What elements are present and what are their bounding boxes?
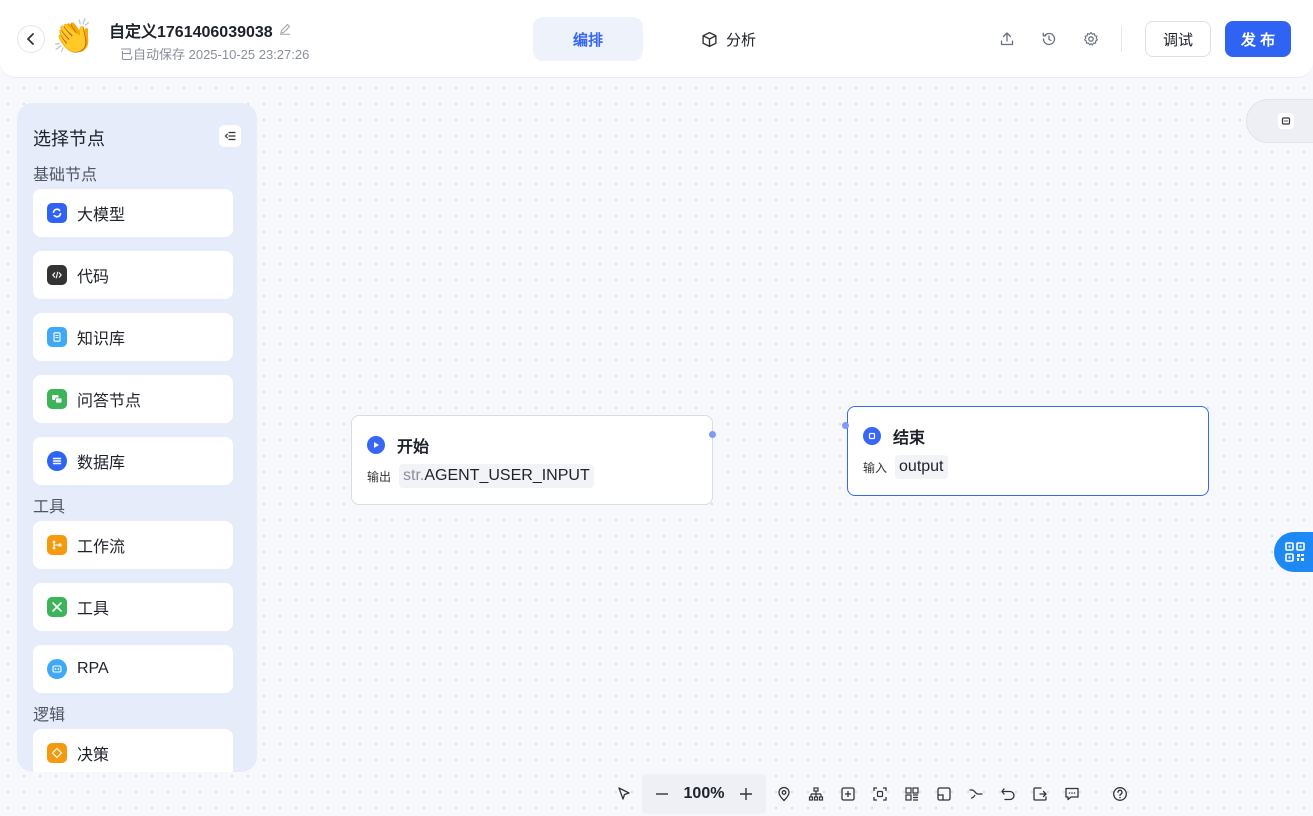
start-node-output-row: 输出 str.AGENT_USER_INPUT	[367, 464, 594, 488]
top-bar: 👏 自定义1761406039038 已自动保存 2025-10-25 23:2…	[0, 0, 1313, 78]
qa-icon	[47, 389, 67, 409]
qr-code-button[interactable]	[1274, 532, 1313, 572]
back-button[interactable]	[17, 25, 45, 53]
add-node-icon[interactable]	[832, 778, 864, 810]
app-avatar[interactable]: 👏	[52, 16, 94, 58]
start-node-output-port[interactable]	[709, 431, 716, 438]
node-picker-panel: 选择节点 基础节点 大模型 代码 知识库 问答节点 数据库 工具 工作流 工具 …	[17, 103, 257, 772]
zoom-control: 100%	[642, 774, 766, 814]
section-logic: 逻辑	[33, 707, 66, 724]
canvas-toolbar: 100%	[608, 774, 1136, 814]
node-item-label: 工作流	[77, 539, 126, 556]
header-divider	[1121, 26, 1122, 52]
qr-code-icon	[1285, 542, 1305, 562]
end-node-input-row: 输入 output	[863, 455, 948, 479]
start-node-header: 开始	[367, 433, 429, 457]
fit-view-icon[interactable]	[864, 778, 896, 810]
code-icon	[47, 265, 67, 285]
node-item-code[interactable]: 代码	[33, 251, 233, 299]
tab-orchestrate-label: 编排	[573, 31, 604, 49]
comment-icon[interactable]	[1056, 778, 1088, 810]
zoom-level[interactable]: 100%	[678, 785, 730, 803]
node-item-database[interactable]: 数据库	[33, 437, 233, 485]
collapse-icon	[224, 131, 236, 141]
start-node[interactable]: 开始 输出 str.AGENT_USER_INPUT	[351, 415, 713, 505]
settings-icon[interactable]	[1080, 28, 1102, 50]
workflow-icon	[47, 535, 67, 555]
database-icon	[47, 451, 67, 471]
node-item-label: 代码	[77, 269, 110, 286]
decision-icon	[47, 743, 67, 763]
pointer-icon[interactable]	[608, 778, 640, 810]
rpa-icon	[47, 659, 67, 679]
cube-icon	[702, 31, 717, 47]
knowledge-icon	[47, 327, 67, 347]
undo-icon[interactable]	[992, 778, 1024, 810]
end-node-header: 结束	[863, 424, 925, 448]
help-icon[interactable]	[1104, 778, 1136, 810]
start-node-title: 开始	[397, 439, 430, 456]
output-label: 输出	[367, 469, 392, 484]
layout-icon[interactable]	[800, 778, 832, 810]
autosave-status: 已自动保存 2025-10-25 23:27:26	[120, 47, 310, 62]
header-actions	[996, 28, 1102, 50]
input-label: 输入	[863, 460, 888, 475]
section-tools: 工具	[33, 499, 66, 516]
robot-icon	[1278, 113, 1294, 129]
stop-icon	[863, 427, 881, 445]
node-item-workflow[interactable]: 工作流	[33, 521, 233, 569]
node-item-llm[interactable]: 大模型	[33, 189, 233, 237]
debug-button[interactable]: 调试	[1145, 21, 1211, 57]
section-basic-nodes: 基础节点	[33, 167, 98, 184]
input-variable: output	[895, 455, 948, 479]
tool-icon	[47, 597, 67, 617]
node-item-label: 大模型	[77, 207, 126, 224]
minus-icon	[656, 793, 668, 795]
node-item-label: 工具	[77, 601, 110, 618]
chevron-left-icon	[27, 33, 34, 45]
export-icon[interactable]	[1024, 778, 1056, 810]
edge-icon[interactable]	[960, 778, 992, 810]
app-title: 自定义1761406039038	[109, 18, 291, 42]
node-item-qa[interactable]: 问答节点	[33, 375, 233, 423]
node-item-rpa[interactable]: RPA	[33, 645, 233, 693]
end-node-title: 结束	[893, 430, 926, 447]
tab-analysis-label: 分析	[726, 31, 757, 49]
publish-button[interactable]: 发 布	[1225, 21, 1291, 57]
end-node[interactable]: 结束 输入 output	[847, 406, 1209, 496]
tab-orchestrate[interactable]: 编排	[533, 17, 644, 61]
node-item-knowledge[interactable]: 知识库	[33, 313, 233, 361]
app-title-text: 自定义1761406039038	[109, 24, 273, 41]
variable-name: AGENT_USER_INPUT	[424, 467, 590, 484]
locate-icon[interactable]	[768, 778, 800, 810]
zoom-out-button[interactable]	[646, 778, 678, 810]
node-item-tool[interactable]: 工具	[33, 583, 233, 631]
pencil-icon[interactable]	[279, 23, 291, 38]
node-item-label: 数据库	[77, 455, 126, 472]
upload-icon[interactable]	[996, 28, 1018, 50]
end-node-input-port[interactable]	[842, 422, 849, 429]
minimap-icon[interactable]	[896, 778, 928, 810]
node-item-label: 知识库	[77, 331, 126, 348]
node-item-label: 问答节点	[77, 393, 142, 410]
zoom-in-button[interactable]	[730, 778, 762, 810]
llm-icon	[47, 203, 67, 223]
panel-title: 选择节点	[33, 129, 105, 149]
plus-icon	[740, 788, 752, 800]
mode-tabs: 编排 分析	[533, 17, 796, 61]
node-item-label: 决策	[77, 747, 110, 764]
play-icon	[367, 436, 385, 454]
output-variable: str.AGENT_USER_INPUT	[399, 464, 594, 488]
assistant-float-button[interactable]	[1246, 99, 1313, 143]
node-item-label: RPA	[77, 660, 109, 677]
history-icon[interactable]	[1038, 28, 1060, 50]
panel-icon[interactable]	[928, 778, 960, 810]
node-item-decision[interactable]: 决策	[33, 729, 233, 772]
collapse-panel-button[interactable]	[219, 125, 241, 147]
variable-type: str.	[403, 467, 425, 484]
tab-analysis[interactable]: 分析	[661, 17, 796, 61]
